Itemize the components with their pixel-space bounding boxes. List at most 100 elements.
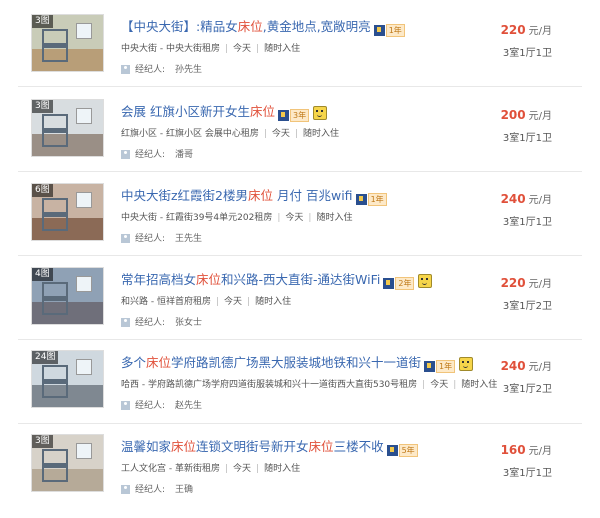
- title-highlight: 床位: [248, 188, 274, 203]
- room-layout: 3室1厅2卫: [502, 384, 552, 395]
- agent-line: 经纪人: 孙先生: [121, 62, 202, 75]
- verified-agent-icon: [383, 277, 395, 289]
- agent-label: 经纪人:: [135, 150, 166, 160]
- listing-title-link[interactable]: 【中央大街】:精品女床位,黄金地点,宽敞明亮 1年: [121, 16, 405, 37]
- vip-badge: 3年: [278, 107, 310, 122]
- listing-thumbnail[interactable]: 4图: [31, 267, 104, 325]
- posted-date: 今天: [224, 297, 243, 307]
- price-unit: 元/月: [528, 195, 552, 206]
- posted-date: 今天: [285, 213, 304, 223]
- listing-meta: 工人文化宫 - 革新街租房 | 今天 | 随时入住: [121, 461, 300, 474]
- listing-title-link[interactable]: 常年招高档女床位和兴路-西大直街-通达街WiFi 2年: [121, 269, 433, 290]
- title-text: 和兴路-西大直街-通达街WiFi: [221, 272, 381, 287]
- smiley-icon: [313, 105, 328, 120]
- title-text: 常年招高档女: [121, 272, 197, 287]
- title-text: 会展 红旗小区新开女生: [121, 104, 250, 119]
- move-in-text: 随时入住: [264, 464, 301, 474]
- agent-icon: [121, 234, 130, 243]
- location-text[interactable]: 和兴路 - 恒祥首府租房: [121, 297, 211, 307]
- photo-count-badge: 4图: [32, 268, 53, 281]
- room-layout: 3室1厅2卫: [502, 301, 552, 312]
- meta-divider: |: [247, 297, 251, 307]
- title-text: 【中央大街】:精品女: [121, 19, 238, 34]
- smiley-icon: [418, 273, 433, 288]
- agent-icon: [121, 401, 130, 410]
- agent-name: 赵先生: [175, 401, 203, 411]
- membership-years: 3年: [290, 108, 310, 122]
- location-text[interactable]: 中央大街 - 红霞街39号4单元202租房: [121, 213, 272, 223]
- title-highlight: 床位: [249, 104, 275, 119]
- title-highlight: 床位: [146, 355, 172, 370]
- listing-row[interactable]: 3图 会展 红旗小区新开女生床位 3年 红旗小区 - 红旗小区 会展中心租房 | 今天 | 随…: [0, 99, 600, 183]
- room-layout: 3室1厅1卫: [502, 468, 552, 479]
- meta-divider: |: [453, 380, 457, 390]
- verified-agent-icon: [424, 360, 436, 372]
- title-highlight: 床位: [237, 19, 263, 34]
- photo-count-badge: 24图: [32, 351, 59, 364]
- posted-date: 今天: [233, 44, 252, 54]
- agent-icon: [121, 318, 130, 327]
- listing-row[interactable]: 6图 中央大街z红霞街2楼男床位 月付 百兆wifi 1年中央大街 - 红霞街39号…: [0, 183, 600, 267]
- title-text: 中央大街z红霞街2楼男: [121, 188, 249, 203]
- listing-row[interactable]: 4图 常年招高档女床位和兴路-西大直街-通达街WiFi 2年 和兴路 - 恒祥首府租房…: [0, 267, 600, 351]
- membership-years: 2年: [395, 276, 415, 290]
- listing-thumbnail[interactable]: 3图: [31, 14, 104, 72]
- price-value: 240: [500, 192, 526, 206]
- listing-title-link[interactable]: 温馨如家床位连锁文明街号新开女床位三楼不收 5年: [121, 436, 418, 457]
- membership-years: 5年: [398, 443, 418, 457]
- listing-price: 220 元/月: [501, 22, 552, 37]
- listing-thumbnail[interactable]: 3图: [31, 434, 104, 492]
- listing-price: 220 元/月: [501, 275, 552, 290]
- photo-count-badge: 3图: [32, 15, 53, 28]
- room-layout: 3室1厅1卫: [502, 217, 552, 228]
- listing-title-link[interactable]: 会展 红旗小区新开女生床位 3年: [121, 101, 328, 122]
- membership-years: 1年: [436, 359, 456, 373]
- price-unit: 元/月: [528, 362, 552, 373]
- agent-line: 经纪人: 王先生: [121, 231, 202, 244]
- photo-count-badge: 3图: [32, 100, 53, 113]
- meta-divider: |: [215, 297, 220, 307]
- verified-agent-icon: [278, 109, 289, 121]
- agent-icon: [121, 150, 130, 159]
- price-unit: 元/月: [528, 279, 552, 290]
- agent-label: 经纪人:: [135, 234, 166, 244]
- agent-name: 王确: [175, 485, 194, 495]
- verified-agent-icon: [386, 444, 398, 456]
- listing-title-link[interactable]: 中央大街z红霞街2楼男床位 月付 百兆wifi 1年: [121, 185, 387, 206]
- title-text: 温馨如家: [121, 439, 172, 454]
- meta-divider: |: [294, 129, 298, 139]
- agent-line: 经纪人: 潘哥: [121, 147, 193, 160]
- title-text: 多个: [121, 355, 147, 370]
- title-text: ,黄金地点,宽敞明亮: [262, 19, 371, 34]
- vip-badge: 1年: [355, 191, 387, 206]
- listing-thumbnail[interactable]: 3图: [31, 99, 104, 157]
- listing-price: 240 元/月: [501, 358, 552, 373]
- title-highlight: 床位: [171, 439, 197, 454]
- membership-years: 1年: [367, 192, 387, 206]
- agent-icon: [121, 65, 130, 74]
- location-text[interactable]: 红旗小区 - 红旗小区 会展中心租房: [121, 129, 259, 139]
- listing-price: 160 元/月: [501, 442, 552, 457]
- listing-row[interactable]: 3图 温馨如家床位连锁文明街号新开女床位三楼不收 5年工人文化宫 - 革新街租房 | 今…: [0, 434, 600, 518]
- listing-title-link[interactable]: 多个床位学府路凯德广场黑大服装城地铁和兴十一道街 1年: [121, 352, 474, 373]
- move-in-text: 随时入住: [316, 213, 353, 223]
- agent-label: 经纪人:: [135, 401, 166, 411]
- location-text[interactable]: 中央大街 - 中央大街租房: [121, 44, 220, 54]
- meta-divider: |: [224, 464, 229, 474]
- listing-price: 240 元/月: [501, 191, 552, 206]
- agent-label: 经纪人:: [135, 65, 166, 75]
- listing-row[interactable]: 3图 【中央大街】:精品女床位,黄金地点,宽敞明亮 1年中央大街 - 中央大街租房 |…: [0, 14, 600, 98]
- listing-row[interactable]: 24图 多个床位学府路凯德广场黑大服装城地铁和兴十一道街 1年哈西 - 学府路凯德广…: [0, 350, 600, 434]
- photo-count-badge: 6图: [32, 184, 53, 197]
- posted-date: 今天: [233, 464, 252, 474]
- listing-meta: 中央大街 - 中央大街租房 | 今天 | 随时入住: [121, 41, 300, 54]
- room-layout: 3室1厅1卫: [502, 133, 552, 144]
- listing-meta: 中央大街 - 红霞街39号4单元202租房 | 今天 | 随时入住: [121, 210, 352, 223]
- photo-count-badge: 3图: [32, 435, 53, 448]
- location-text[interactable]: 哈西 - 学府路凯德广场学府四道街服装城和兴十一道街西大直街530号租房: [121, 380, 417, 390]
- meta-divider: |: [277, 213, 281, 223]
- location-text[interactable]: 工人文化宫 - 革新街租房: [121, 464, 220, 474]
- listing-thumbnail[interactable]: 6图: [31, 183, 104, 241]
- listing-thumbnail[interactable]: 24图: [31, 350, 104, 408]
- meta-divider: |: [308, 213, 312, 223]
